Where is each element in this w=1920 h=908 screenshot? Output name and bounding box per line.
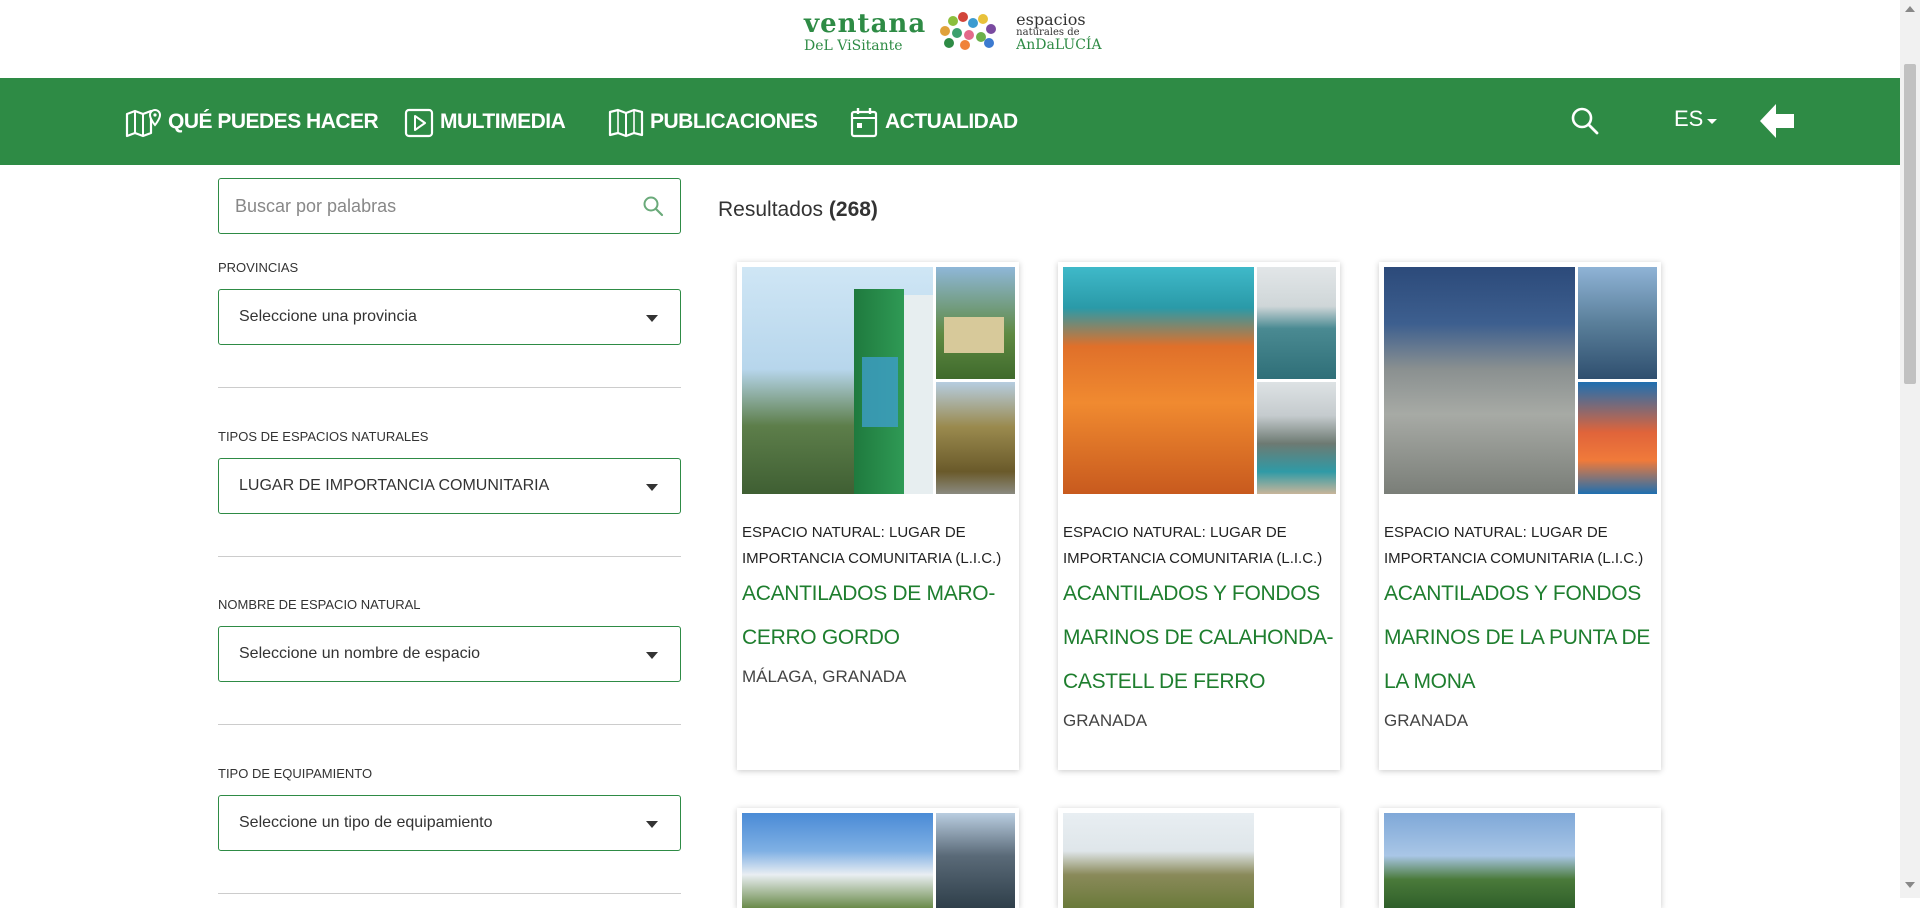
result-card[interactable]: ESPACIO NATURAL: LUGAR DE IMPORTANCIA CO… [1058, 262, 1340, 770]
select-value: Seleccione una provincia [239, 308, 417, 325]
card-thumb-image [1578, 382, 1657, 494]
card-main-image [1384, 267, 1575, 494]
chevron-down-icon [1707, 118, 1718, 124]
card-main-image [1384, 813, 1575, 908]
tipo-equipamiento-select[interactable]: Seleccione un tipo de equipamiento [218, 795, 681, 851]
filter-nombre-espacio: NOMBRE DE ESPACIO NATURAL Seleccione un … [218, 597, 681, 725]
results-count: Resultados (268) [718, 198, 878, 222]
logo-andalucia-text: AnDaLUCÍA [1016, 37, 1102, 53]
card-main-image [742, 267, 933, 494]
result-card[interactable] [1058, 808, 1340, 908]
language-selector[interactable]: ES [1674, 106, 1718, 132]
result-card[interactable]: ESPACIO NATURAL: LUGAR DE IMPORTANCIA CO… [1379, 262, 1661, 770]
logo-espacios-text: espacios [1016, 10, 1086, 29]
dropdown-arrow-icon [646, 821, 658, 828]
filter-sidebar: PROVINCIAS Seleccione una provincia TIPO… [218, 178, 681, 894]
nombre-espacio-select[interactable]: Seleccione un nombre de espacio [218, 626, 681, 682]
card-main-image [742, 813, 933, 908]
scroll-up-icon[interactable] [1905, 6, 1915, 12]
filter-tipos-espacios: TIPOS DE ESPACIOS NATURALES LUGAR DE IMP… [218, 429, 681, 557]
card-title[interactable]: ACANTILADOS Y FONDOS MARINOS DE CALAHOND… [1063, 572, 1338, 704]
logo-tree-graphic [934, 12, 1002, 52]
card-image-collage [742, 267, 1015, 494]
card-title[interactable]: ACANTILADOS Y FONDOS MARINOS DE LA PUNTA… [1384, 572, 1659, 704]
divider [218, 724, 681, 725]
dropdown-arrow-icon [646, 652, 658, 659]
nav-item-multimedia[interactable]: MULTIMEDIA [404, 78, 566, 165]
card-type: ESPACIO NATURAL: LUGAR DE IMPORTANCIA CO… [742, 524, 1002, 567]
card-thumb-image [1257, 382, 1336, 494]
card-main-image [1063, 267, 1254, 494]
nav-item-label: QUÉ PUEDES HACER [168, 109, 379, 133]
results-label: Resultados [718, 198, 824, 221]
top-header: ventana DeL ViSitante espacios naturales… [0, 0, 1900, 78]
card-image-collage [1063, 267, 1336, 494]
select-value: LUGAR DE IMPORTANCIA COMUNITARIA [239, 477, 550, 494]
card-type: ESPACIO NATURAL: LUGAR DE IMPORTANCIA CO… [1063, 524, 1323, 567]
logo-visitante-text: DeL ViSitante [804, 38, 903, 54]
card-thumb-image [936, 813, 1015, 908]
back-arrow-icon[interactable] [1756, 100, 1798, 142]
filter-provincias: PROVINCIAS Seleccione una provincia [218, 260, 681, 388]
play-icon [404, 108, 434, 137]
filter-label: NOMBRE DE ESPACIO NATURAL [218, 597, 421, 612]
scrollbar-thumb[interactable] [1904, 64, 1916, 384]
search-icon[interactable] [1570, 106, 1600, 136]
nav-item-label: MULTIMEDIA [440, 109, 566, 133]
provincia-select[interactable]: Seleccione una provincia [218, 289, 681, 345]
book-icon [608, 108, 644, 137]
card-image-collage [1384, 267, 1657, 494]
card-title[interactable]: ACANTILADOS DE MARO-CERRO GORDO [742, 572, 1017, 660]
card-location: MÁLAGA, GRANADA [742, 667, 907, 686]
results-number: (268) [828, 198, 878, 221]
card-thumb-image [936, 382, 1015, 494]
divider [218, 893, 681, 894]
calendar-icon [850, 107, 878, 137]
map-pin-icon [125, 108, 162, 137]
nav-item-label: PUBLICACIONES [650, 109, 818, 133]
divider [218, 387, 681, 388]
select-value: Seleccione un tipo de equipamiento [239, 814, 493, 831]
nav-item-label: ACTUALIDAD [885, 109, 1018, 133]
nav-item-publicaciones[interactable]: PUBLICACIONES [608, 78, 818, 165]
tipo-espacio-select[interactable]: LUGAR DE IMPORTANCIA COMUNITARIA [218, 458, 681, 514]
card-thumb-image [936, 267, 1015, 379]
select-value: Seleccione un nombre de espacio [239, 645, 481, 662]
nav-item-actualidad[interactable]: ACTUALIDAD [849, 78, 1018, 165]
main-nav: QUÉ PUEDES HACER MULTIMEDIA PUBLICACIONE… [0, 78, 1900, 165]
card-thumb-image [1578, 267, 1657, 379]
card-location: GRANADA [1063, 711, 1148, 730]
language-label: ES [1674, 106, 1704, 131]
divider [218, 556, 681, 557]
result-card[interactable]: ESPACIO NATURAL: LUGAR DE IMPORTANCIA CO… [737, 262, 1019, 770]
card-thumb-image [1257, 267, 1336, 379]
filter-label: TIPO DE EQUIPAMIENTO [218, 766, 373, 781]
result-card[interactable] [1379, 808, 1661, 908]
filter-tipo-equipamiento: TIPO DE EQUIPAMIENTO Seleccione un tipo … [218, 766, 681, 894]
card-main-image [1063, 813, 1254, 908]
keyword-search-box [218, 178, 681, 234]
dropdown-arrow-icon [646, 315, 658, 322]
logo-ventana-text: ventana [804, 9, 927, 39]
logo-espacios: espacios naturales de AnDaLUCÍA [1016, 10, 1102, 53]
dropdown-arrow-icon [646, 484, 658, 491]
site-logo[interactable]: ventana DeL ViSitante espacios naturales… [804, 10, 1102, 53]
filter-label: TIPOS DE ESPACIOS NATURALES [218, 429, 429, 444]
card-location: GRANADA [1384, 711, 1469, 730]
nav-item-que-puedes-hacer[interactable]: QUÉ PUEDES HACER [124, 78, 379, 165]
result-card[interactable] [737, 808, 1019, 908]
card-type: ESPACIO NATURAL: LUGAR DE IMPORTANCIA CO… [1384, 524, 1644, 567]
page-scrollbar[interactable] [1900, 0, 1920, 898]
keyword-search-input[interactable] [219, 179, 619, 233]
filter-label: PROVINCIAS [218, 260, 299, 275]
scroll-down-icon[interactable] [1905, 882, 1915, 888]
search-icon[interactable] [642, 195, 664, 217]
logo-ventana: ventana DeL ViSitante [804, 11, 926, 53]
